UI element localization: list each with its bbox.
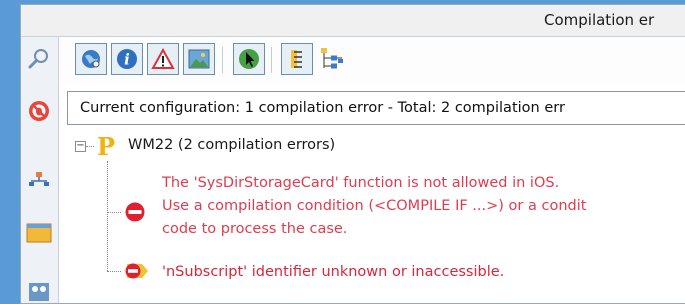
window-icon [26,223,52,243]
users-button[interactable] [25,277,53,303]
no-entry-icon [125,202,145,222]
error-message-line: 'nSubscript' identifier unknown or inacc… [162,264,505,280]
info-icon: i [117,49,137,69]
bug-icon [29,101,49,121]
users-icon [29,283,49,301]
hierarchy-button[interactable] [25,165,53,193]
image-icon [188,49,210,69]
tree-list-button[interactable] [281,43,313,75]
pane-titlebar: Compilation er [21,5,685,37]
tree-connector [86,146,94,147]
globe-button[interactable] [75,43,107,75]
tree-view-button[interactable] [315,43,347,75]
tree-connector [107,271,121,272]
info-button[interactable]: i [111,43,143,75]
search-icon [28,49,48,69]
toolbar: i [59,37,685,84]
error-message-line: The 'SysDirStorageCard' function is not … [162,175,560,191]
window-button[interactable] [25,219,53,247]
pane-title: Compilation er [544,11,655,29]
tree-list-icon [291,50,302,68]
hierarchy-icon [29,172,49,186]
svg-text:i: i [124,51,130,69]
error-tag-icon [125,263,148,279]
collapse-toggle[interactable]: − [75,141,86,152]
warning-icon [151,48,175,69]
left-sidebar [21,37,59,303]
toolbar-separator [222,47,223,73]
cursor-icon [239,49,259,69]
tree-connector [107,212,121,213]
image-button[interactable] [183,43,215,75]
tree-view-icon [321,48,343,69]
error-message-line: code to process the case. [162,221,348,237]
project-icon: P [97,133,115,159]
toolbar-separator [271,47,272,73]
compilation-errors-pane: Compilation er i Current configuration: … [20,4,685,304]
configuration-summary: Current configuration: 1 compilation err… [67,91,685,125]
tree-connector [107,161,108,271]
cursor-button[interactable] [233,43,265,75]
globe-icon [82,50,100,68]
project-label: WM22 (2 compilation errors) [128,137,336,153]
error-message-line: Use a compilation condition (<COMPILE IF… [162,198,587,214]
search-button[interactable] [25,45,53,73]
svg-text:P: P [97,133,115,159]
debug-button[interactable] [25,97,53,125]
warning-button[interactable] [147,43,179,75]
